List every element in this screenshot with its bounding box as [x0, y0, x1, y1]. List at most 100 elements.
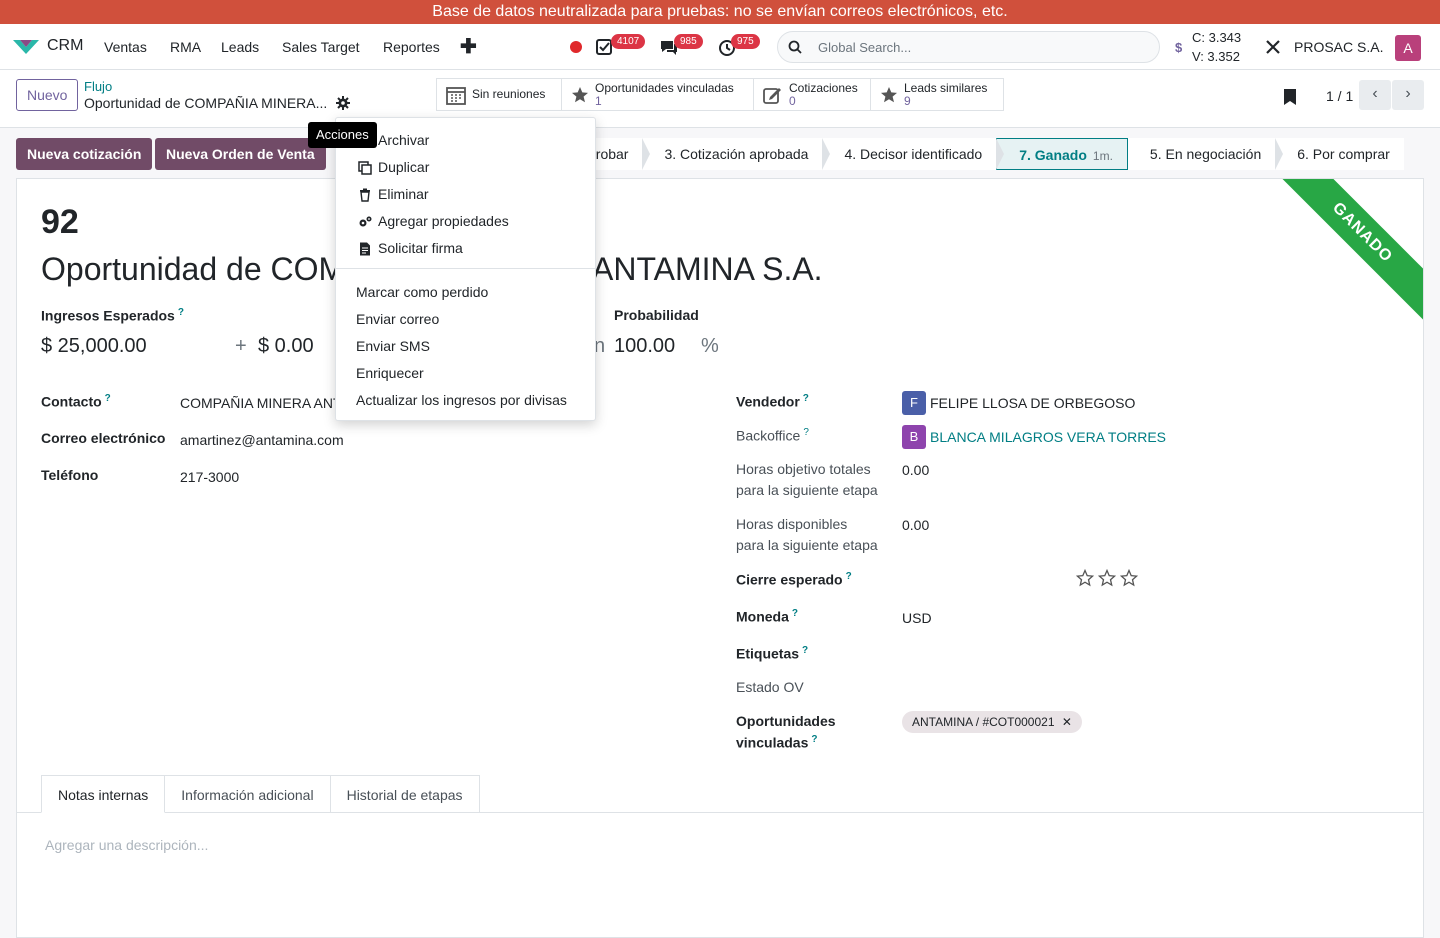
menu-divider [336, 268, 595, 269]
quick-create-plus-icon[interactable]: ✚ [460, 34, 477, 59]
control-panel: Nuevo Flujo Oportunidad de COMPAÑIA MINE… [0, 70, 1440, 128]
new-quotation-button[interactable]: Nueva cotización [16, 138, 153, 170]
star-icon [881, 86, 897, 102]
new-sales-order-button[interactable]: Nueva Orden de Venta [155, 138, 326, 170]
contact-value[interactable]: COMPAÑIA MINERA ANT [180, 395, 342, 411]
menu-item-archive[interactable]: Archivar [378, 132, 429, 148]
pager-next-button[interactable]: › [1392, 80, 1424, 110]
expected-revenue-value[interactable]: $ 25,000.00 [41, 335, 147, 358]
hours-target-label-2: para la siguiente etapa [736, 482, 878, 498]
stage-item[interactable]: 5. En negociación [1127, 138, 1284, 170]
breadcrumb-parent[interactable]: Flujo [84, 79, 112, 94]
company-switcher[interactable]: PROSAC S.A. [1294, 39, 1383, 55]
top-navbar: CRM Ventas RMA Leads Sales Target Report… [0, 24, 1440, 70]
new-record-button[interactable]: Nuevo [16, 79, 79, 111]
smart-button-linked-opportunities[interactable]: Oportunidades vinculadas 1 [561, 78, 754, 111]
stage-duration: 1m. [1092, 149, 1113, 163]
salesperson-avatar: F [902, 391, 926, 415]
menu-item-add-properties[interactable]: Agregar propiedades [378, 213, 509, 229]
email-label: Correo electrónico [41, 430, 166, 446]
pager-value[interactable]: 1 / 1 [1326, 88, 1353, 104]
rate-buy: C: 3.343 [1192, 30, 1242, 45]
stage-item-active[interactable]: 7. Ganado 1m. [996, 138, 1128, 170]
probability-unit: % [701, 335, 719, 357]
global-search[interactable]: Global Search... [777, 31, 1160, 63]
smart-button-meetings[interactable]: Sin reuniones [436, 78, 562, 111]
tab-internal-notes[interactable]: Notas internas [41, 775, 166, 813]
document-icon [360, 242, 370, 256]
stage-item[interactable]: 3. Cotización aprobada [642, 138, 831, 170]
debug-tools-icon[interactable] [1264, 38, 1282, 56]
menu-rma[interactable]: RMA [170, 39, 201, 55]
activity-count-badge: 4107 [611, 34, 646, 49]
gear-icon[interactable] [336, 96, 350, 110]
duplicate-icon [358, 161, 372, 175]
remove-tag-icon[interactable]: ✕ [1062, 715, 1072, 729]
expected-close-label: Cierre esperado? [736, 571, 852, 588]
user-avatar[interactable]: A [1395, 35, 1421, 61]
won-ribbon: GANADO [1260, 179, 1423, 335]
recording-dot-icon[interactable] [570, 41, 582, 53]
timer-count-badge: 975 [731, 34, 760, 49]
notebook-tabs: Notas internas Información adicional His… [41, 775, 480, 813]
currency-label: Moneda? [736, 608, 798, 625]
stage-item[interactable]: 4. Decisor identificado [822, 138, 1005, 170]
actions-dropdown-menu: Archivar Duplicar Eliminar Agregar propi… [335, 117, 596, 421]
actions-tooltip: Acciones [308, 122, 377, 148]
notes-placeholder[interactable]: Agregar una descripción... [45, 837, 208, 853]
tab-additional-info[interactable]: Información adicional [165, 775, 331, 813]
backoffice-value[interactable]: BLANCA MILAGROS VERA TORRES [930, 429, 1166, 445]
smart-button-label: Sin reuniones [472, 87, 546, 101]
stage-statusbar: probar 3. Cotización aprobada 4. Decisor… [560, 138, 1404, 170]
breadcrumb-current: Oportunidad de COMPAÑIA MINERA... [84, 95, 328, 111]
menu-reportes[interactable]: Reportes [383, 39, 440, 55]
opportunity-name-right[interactable]: ANTAMINA S.A. [592, 251, 823, 288]
smart-button-value: 9 [904, 93, 911, 108]
crm-logo-icon[interactable] [12, 38, 40, 56]
recurring-plus: + [235, 335, 247, 357]
recurring-revenue-value[interactable]: $ 0.00 [258, 335, 314, 358]
menu-item-duplicate[interactable]: Duplicar [378, 159, 429, 175]
menu-item-delete[interactable]: Eliminar [378, 186, 429, 202]
app-name[interactable]: CRM [47, 37, 83, 55]
menu-item-enrich[interactable]: Enriquecer [356, 365, 424, 381]
opportunity-name-left[interactable]: Oportunidad de COM [41, 251, 345, 288]
search-icon [788, 40, 802, 54]
tags-label: Etiquetas? [736, 645, 809, 662]
menu-leads[interactable]: Leads [221, 39, 259, 55]
bookmark-icon[interactable] [1282, 88, 1298, 106]
smart-button-value: 1 [595, 93, 602, 108]
hours-available-value[interactable]: 0.00 [902, 517, 929, 533]
search-placeholder: Global Search... [818, 40, 912, 55]
hours-available-label-1: Horas disponibles [736, 516, 848, 532]
record-id: 92 [41, 203, 79, 241]
tab-stage-history[interactable]: Historial de etapas [330, 775, 480, 813]
smart-button-similar-leads[interactable]: Leads similares 9 [870, 78, 1004, 111]
priority-star-icon[interactable] [1076, 569, 1094, 587]
menu-item-send-email[interactable]: Enviar correo [356, 311, 439, 327]
pager-previous-button[interactable]: ‹ [1359, 80, 1391, 110]
smart-button-label: Cotizaciones [789, 80, 858, 95]
neutralized-db-banner: Base de datos neutralizada para pruebas:… [0, 0, 1440, 24]
menu-sales-target[interactable]: Sales Target [282, 39, 360, 55]
menu-ventas[interactable]: Ventas [104, 39, 147, 55]
hours-target-value[interactable]: 0.00 [902, 462, 929, 478]
priority-star-icon[interactable] [1120, 569, 1138, 587]
probability-value[interactable]: 100.00 [614, 335, 675, 358]
currency-value[interactable]: USD [902, 610, 932, 626]
phone-label: Teléfono [41, 467, 99, 483]
phone-value[interactable]: 217-3000 [180, 469, 239, 485]
linked-opportunity-tag[interactable]: ANTAMINA / #COT000021 ✕ [902, 711, 1082, 733]
star-icon [572, 86, 588, 102]
menu-item-mark-lost[interactable]: Marcar como perdido [356, 284, 488, 300]
menu-item-request-signature[interactable]: Solicitar firma [378, 240, 463, 256]
smart-button-quotations[interactable]: Cotizaciones 0 [753, 78, 871, 111]
menu-item-send-sms[interactable]: Enviar SMS [356, 338, 430, 354]
sales-order-state-label: Estado OV [736, 679, 804, 695]
menu-item-update-currency-revenue[interactable]: Actualizar los ingresos por divisas [356, 392, 567, 408]
expected-revenue-label: Ingresos Esperados? [41, 307, 184, 324]
stage-item[interactable]: 6. Por comprar [1275, 138, 1404, 170]
email-value[interactable]: amartinez@antamina.com [180, 432, 344, 448]
priority-star-icon[interactable] [1098, 569, 1116, 587]
salesperson-value[interactable]: FELIPE LLOSA DE ORBEGOSO [930, 395, 1135, 411]
